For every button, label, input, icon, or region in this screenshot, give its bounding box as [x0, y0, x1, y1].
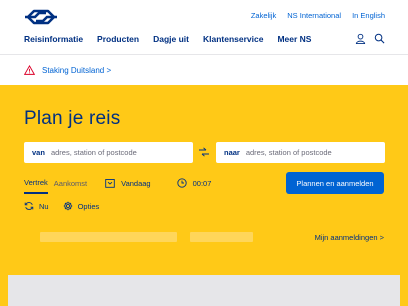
- nav-reisinformatie[interactable]: Reisinformatie: [24, 34, 83, 44]
- alert-bar: Staking Duitsland >: [0, 54, 408, 85]
- link-ns-international[interactable]: NS International: [287, 11, 341, 20]
- to-placeholder: adres, station of postcode: [245, 148, 332, 157]
- link-zakelijk[interactable]: Zakelijk: [251, 11, 276, 20]
- loading-placeholder: [40, 232, 177, 242]
- date-value: Vandaag: [121, 178, 151, 188]
- swap-icon[interactable]: [197, 146, 211, 158]
- my-registrations-link[interactable]: Mijn aanmeldingen >: [315, 233, 384, 242]
- time-row: Vertrek Aankomst Vandaag 00:07: [24, 178, 211, 194]
- time-value: 00:07: [192, 178, 212, 188]
- from-label: van: [32, 148, 45, 157]
- date-selector[interactable]: Vandaag: [105, 178, 151, 188]
- refresh-icon: [24, 202, 34, 210]
- from-placeholder: adres, station of postcode: [50, 148, 137, 157]
- warning-icon: [24, 65, 35, 75]
- content-card: [8, 275, 400, 306]
- from-field[interactable]: van adres, station of postcode: [24, 142, 193, 163]
- calendar-icon: [105, 179, 115, 188]
- to-label: naar: [224, 148, 240, 157]
- user-icon[interactable]: [355, 33, 366, 44]
- options-row: Nu Opties: [24, 201, 99, 211]
- to-field[interactable]: naar adres, station of postcode: [216, 142, 385, 163]
- options-button[interactable]: Opties: [63, 201, 100, 211]
- alert-link[interactable]: Staking Duitsland >: [24, 65, 111, 75]
- loading-placeholder: [190, 232, 253, 242]
- now-label: Nu: [39, 201, 49, 211]
- link-in-english[interactable]: In English: [352, 11, 385, 20]
- gear-icon: [63, 201, 72, 211]
- clock-icon: [176, 178, 187, 188]
- tab-vertrek[interactable]: Vertrek: [24, 178, 48, 194]
- nav-icons: [355, 33, 385, 44]
- main-nav: Reisinformatie Producten Dagje uit Klant…: [24, 34, 311, 44]
- now-button[interactable]: Nu: [24, 201, 49, 211]
- search-icon[interactable]: [374, 33, 385, 44]
- page-title: Plan je reis: [24, 108, 121, 129]
- nav-producten[interactable]: Producten: [97, 34, 139, 44]
- ns-logo[interactable]: [24, 7, 58, 27]
- nav-klantenservice[interactable]: Klantenservice: [203, 34, 263, 44]
- content-area: [0, 261, 408, 306]
- utility-links: Zakelijk NS International In English: [251, 11, 385, 20]
- journey-planner: Plan je reis van adres, station of postc…: [0, 85, 408, 261]
- options-label: Opties: [77, 201, 100, 211]
- nav-meer-ns[interactable]: Meer NS: [277, 34, 311, 44]
- time-selector[interactable]: 00:07: [176, 178, 212, 188]
- top-header: Zakelijk NS International In English Rei…: [0, 0, 408, 54]
- plan-button[interactable]: Plannen en aanmelden: [286, 172, 384, 194]
- alert-text: Staking Duitsland >: [42, 65, 112, 75]
- nav-dagje-uit[interactable]: Dagje uit: [153, 34, 189, 44]
- tab-aankomst[interactable]: Aankomst: [54, 179, 87, 193]
